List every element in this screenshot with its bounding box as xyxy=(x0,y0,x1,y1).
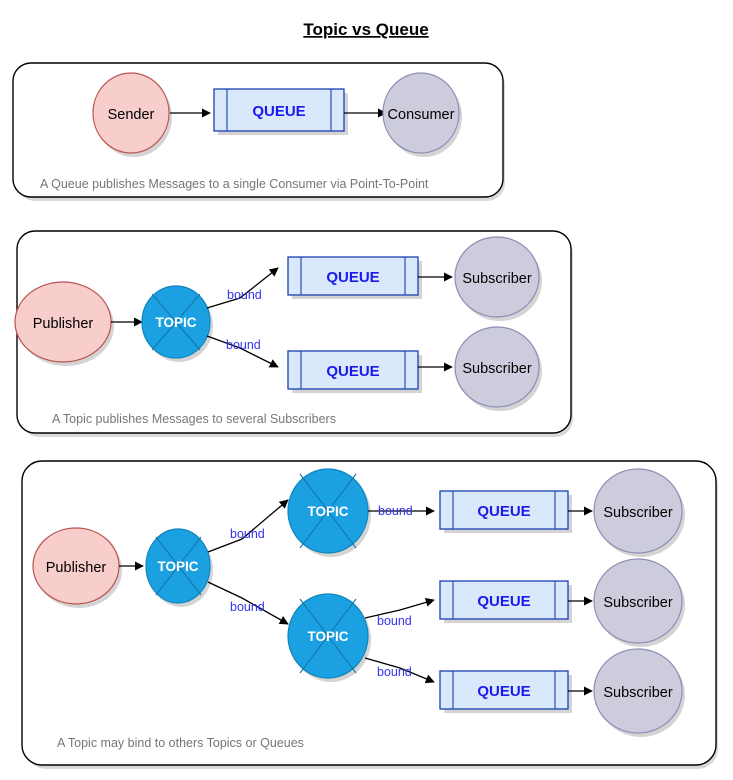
bound-label-root-lower: bound xyxy=(230,600,265,614)
bound-label-root-upper: bound xyxy=(230,527,265,541)
topic-label: TOPIC xyxy=(155,315,196,330)
bound-label-bottom: bound xyxy=(226,338,261,352)
panel-queue-caption: A Queue publishes Messages to a single C… xyxy=(40,177,429,191)
binding-publisher-label: Publisher xyxy=(46,560,107,576)
topic-root-label: TOPIC xyxy=(157,559,198,574)
panel-queue: Sender QUEUE Consumer A Queue publishes … xyxy=(12,62,505,201)
sender-label: Sender xyxy=(108,107,155,123)
consumer-label: Consumer xyxy=(388,107,455,123)
subscriber2-label: Subscriber xyxy=(603,595,672,611)
panel-topic-binding: Publisher TOPIC bound bound TOPIC bound … xyxy=(21,460,718,769)
queue-top-label: QUEUE xyxy=(326,269,379,286)
queue2-label: QUEUE xyxy=(477,593,530,610)
bound-label-lower-queue2: bound xyxy=(377,614,412,628)
panel-topic-caption: A Topic publishes Messages to several Su… xyxy=(52,412,336,426)
subscriber1-label: Subscriber xyxy=(603,505,672,521)
panel-topic: Publisher TOPIC bound bound QUEUE Subscr… xyxy=(14,230,573,437)
topic-vs-queue-diagram: Topic vs Queue Sender QUEUE Consumer A Q… xyxy=(12,20,718,769)
subscriber3-label: Subscriber xyxy=(603,685,672,701)
bound-label-lower-queue3: bound xyxy=(377,665,412,679)
bound-label-upper-queue: bound xyxy=(378,504,413,518)
subscriber-top-label: Subscriber xyxy=(462,271,531,287)
bound-label-top: bound xyxy=(227,288,262,302)
panel-binding-caption: A Topic may bind to others Topics or Que… xyxy=(57,736,304,750)
publisher-label: Publisher xyxy=(33,316,94,332)
queue3-label: QUEUE xyxy=(477,683,530,700)
page-title: Topic vs Queue xyxy=(303,20,428,39)
queue-label: QUEUE xyxy=(252,103,305,120)
subscriber-bottom-label: Subscriber xyxy=(462,361,531,377)
queue-bottom-label: QUEUE xyxy=(326,363,379,380)
topic-lower-label: TOPIC xyxy=(307,629,348,644)
queue1-label: QUEUE xyxy=(477,503,530,520)
topic-upper-label: TOPIC xyxy=(307,504,348,519)
